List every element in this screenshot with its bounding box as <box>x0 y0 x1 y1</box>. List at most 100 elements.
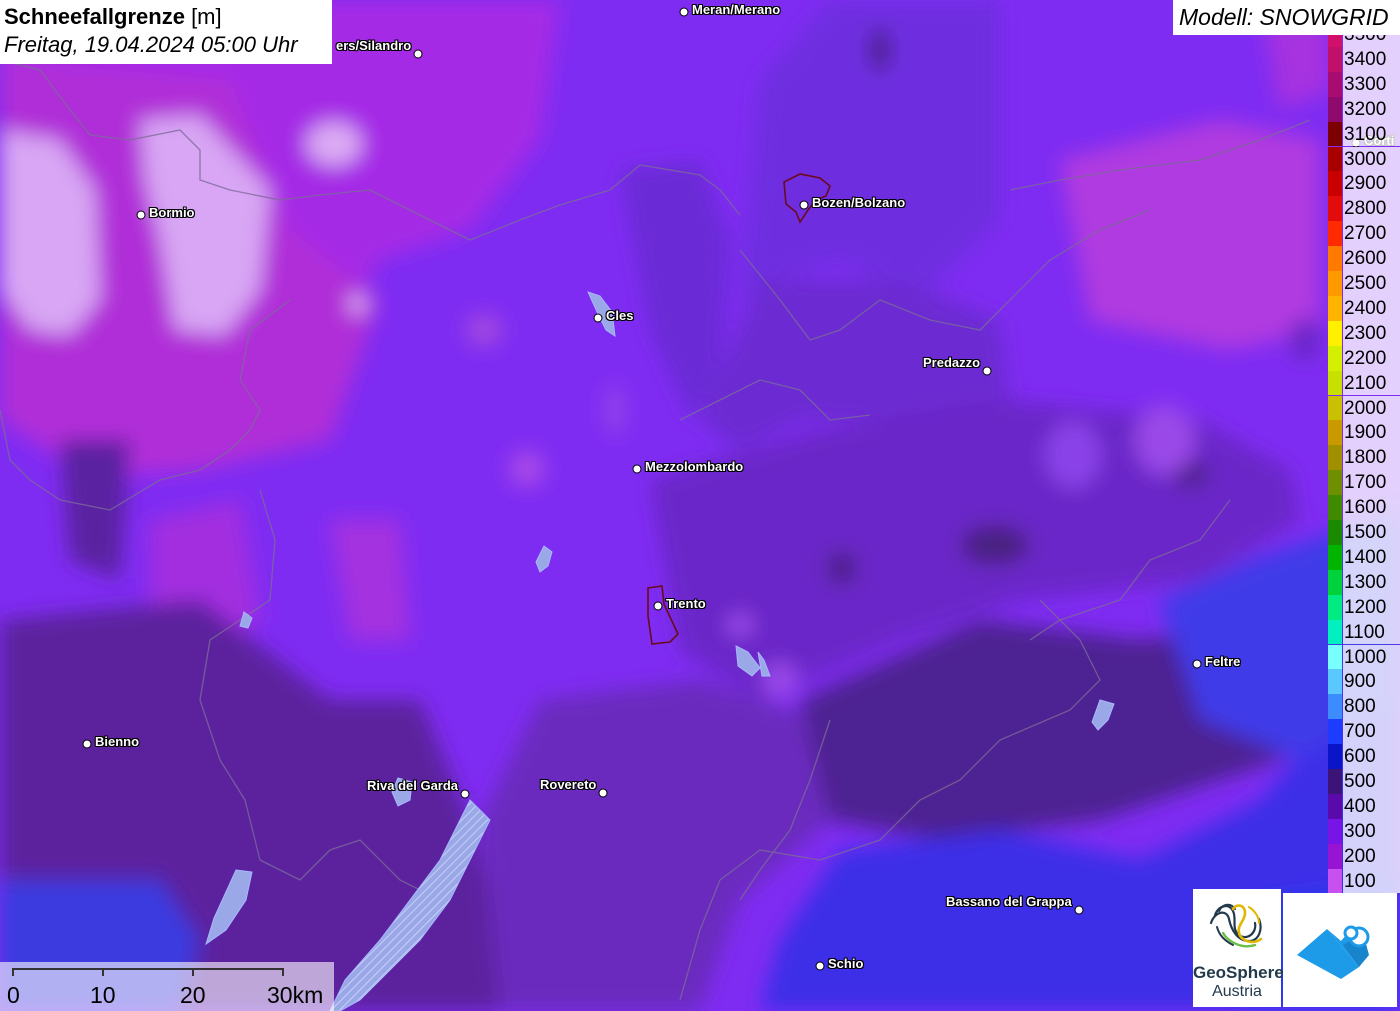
legend-swatch <box>1328 520 1342 545</box>
scale-label-0: 0 <box>7 982 20 1008</box>
city-dot-icon <box>82 739 92 749</box>
snowgrid-logo[interactable] <box>1283 893 1397 1007</box>
legend-swatch <box>1328 793 1342 819</box>
city-label: Bienno <box>95 734 140 749</box>
legend-swatch <box>1328 818 1342 844</box>
legend-label: 2300 <box>1343 320 1400 346</box>
legend-label: 700 <box>1343 719 1400 745</box>
legend-label: 600 <box>1343 744 1400 769</box>
legend-swatch <box>1328 370 1342 396</box>
legend-entry: 2600 <box>1328 246 1400 271</box>
city-label: Schio <box>828 956 864 971</box>
legend-entry: 1500 <box>1328 520 1400 545</box>
legend-label: 900 <box>1343 669 1400 695</box>
geosphere-logo[interactable]: GeoSphere Austria <box>1193 889 1284 1007</box>
city-dot-icon <box>460 789 470 799</box>
legend-entry: 300 <box>1328 818 1400 844</box>
scale-label-10: 10 <box>90 982 116 1008</box>
legend-label: 200 <box>1343 843 1400 869</box>
scale-bar: 0 10 20 30km <box>0 962 334 1011</box>
legend-entry: 700 <box>1328 719 1400 745</box>
map-datetime: Freitag, 19.04.2024 05:00 Uhr <box>4 32 298 57</box>
model-label-box: Modell: SNOWGRID <box>1173 0 1400 35</box>
legend-entry: 2400 <box>1328 295 1400 321</box>
legend-entry: 2800 <box>1328 196 1400 222</box>
legend-entry: 1100 <box>1328 619 1400 645</box>
map-title: Schneefallgrenze [m] <box>4 4 222 30</box>
map-title-parameter: Schneefallgrenze <box>4 4 185 29</box>
legend-entry: 1900 <box>1328 420 1400 446</box>
legend-entry: 400 <box>1328 793 1400 819</box>
mountain-snow-icon <box>1297 925 1370 979</box>
legend-swatch <box>1328 345 1342 371</box>
legend-label: 300 <box>1343 818 1400 844</box>
legend-swatch <box>1328 843 1342 869</box>
city-label: ers/Silandro <box>336 38 412 53</box>
legend-swatch <box>1328 868 1342 894</box>
legend-label: 1900 <box>1343 420 1400 446</box>
legend-swatch <box>1328 395 1342 421</box>
legend-swatch <box>1328 445 1342 471</box>
legend-entry: 1300 <box>1328 569 1400 595</box>
legend-swatch <box>1328 544 1342 570</box>
scale-tick <box>102 968 104 976</box>
legend-label: 2800 <box>1343 196 1400 222</box>
legend-entry: 800 <box>1328 694 1400 720</box>
legend-label: 500 <box>1343 769 1400 794</box>
legend-label: 1000 <box>1343 644 1400 670</box>
geosphere-logo-text: GeoSphere <box>1193 963 1284 982</box>
city-dot-icon <box>136 210 146 220</box>
city-dot-icon <box>679 7 689 17</box>
model-label: Modell: SNOWGRID <box>1179 4 1389 30</box>
legend-label: 3200 <box>1343 96 1400 122</box>
legend-swatch <box>1328 96 1342 122</box>
legend-label: 3300 <box>1343 71 1400 97</box>
map-title-box: Schneefallgrenze [m] Freitag, 19.04.2024… <box>0 0 332 64</box>
legend-swatch <box>1328 271 1342 296</box>
legend-label: 2500 <box>1343 271 1400 296</box>
city-dot-icon <box>1192 659 1202 669</box>
legend-swatch <box>1328 669 1342 695</box>
city-label: Mezzolombardo <box>645 459 744 474</box>
legend-label: 800 <box>1343 694 1400 720</box>
snowfall-map[interactable]: Schneefallgrenze [m] Freitag, 19.04.2024… <box>0 0 1400 1011</box>
legend-entry: 3200 <box>1328 96 1400 122</box>
legend-swatch <box>1328 146 1342 172</box>
legend-entry: 1400 <box>1328 544 1400 570</box>
legend-label: 2700 <box>1343 221 1400 247</box>
legend-swatch <box>1328 246 1342 271</box>
legend-entry: 1200 <box>1328 594 1400 620</box>
legend-swatch <box>1328 171 1342 197</box>
legend-label: 2200 <box>1343 345 1400 371</box>
legend-swatch <box>1328 470 1342 496</box>
legend-entry: 2200 <box>1328 345 1400 371</box>
legend-entry: 2000 <box>1328 395 1400 421</box>
legend-label: 1100 <box>1343 619 1400 645</box>
city-dot-icon <box>1074 905 1084 915</box>
snowfall-field <box>0 0 1400 1011</box>
legend-entry: 3000 <box>1328 146 1400 172</box>
legend-swatch <box>1328 769 1342 794</box>
legend-entry: 1700 <box>1328 470 1400 496</box>
city-dot-icon <box>593 313 603 323</box>
legend-entry: 1600 <box>1328 495 1400 520</box>
legend-label: 1200 <box>1343 594 1400 620</box>
legend-swatch <box>1328 619 1342 645</box>
legend-label: 3100 <box>1343 121 1400 147</box>
scale-label-20: 20 <box>180 982 206 1008</box>
city-label: Predazzo <box>923 355 981 370</box>
legend-entry: 2100 <box>1328 370 1400 396</box>
scale-label-30km: 30km <box>267 982 324 1008</box>
scale-tick <box>12 968 14 976</box>
legend-swatch <box>1328 719 1342 745</box>
map-title-unit: [m] <box>184 4 222 29</box>
city-dot-icon <box>799 200 809 210</box>
city-dot-icon <box>815 961 825 971</box>
scale-tick <box>192 968 194 976</box>
legend-swatch <box>1328 196 1342 222</box>
city-label: Feltre <box>1205 654 1241 669</box>
legend-swatch <box>1328 744 1342 769</box>
legend-swatch <box>1328 694 1342 720</box>
geosphere-logo-subtext: Austria <box>1212 983 1262 1000</box>
legend-entry: 900 <box>1328 669 1400 695</box>
